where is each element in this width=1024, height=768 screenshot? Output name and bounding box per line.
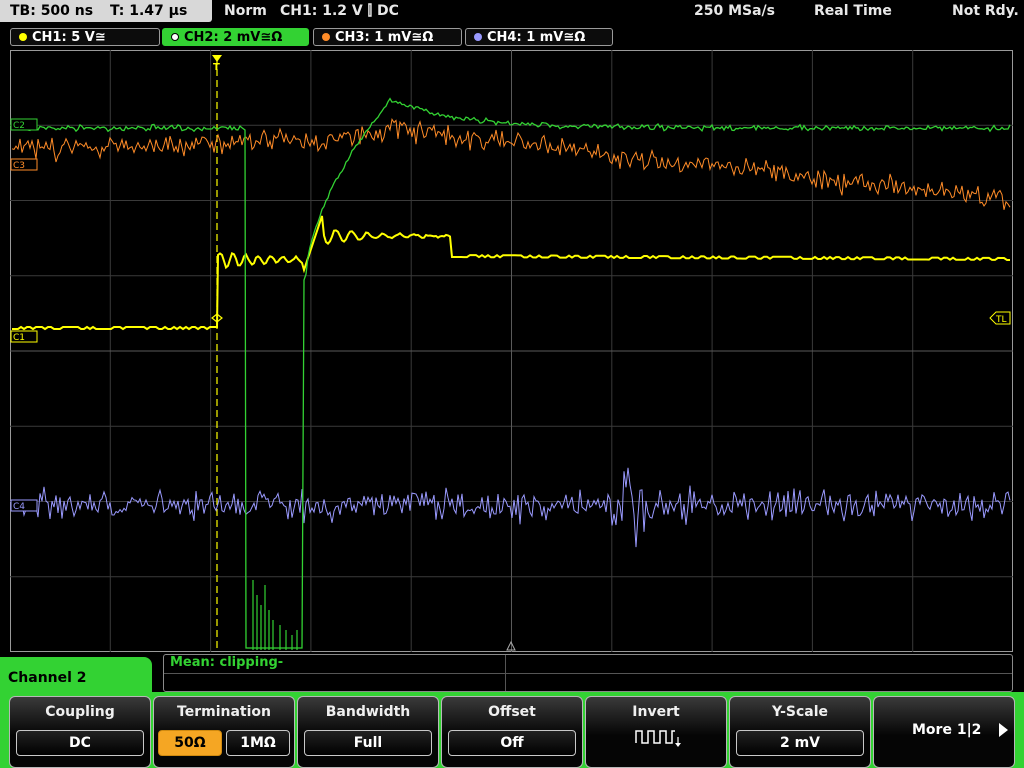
timebase-box[interactable]: TB: 500 ns T: 1.47 µs [0,0,212,22]
arrow-right-icon [999,723,1008,737]
yscale-value[interactable]: 2 mV [736,730,864,756]
sample-rate: 250 MSa/s [694,3,776,19]
tab-ch3[interactable]: CH3: 1 mV≅Ω [313,28,462,46]
status-bar: TB: 500 ns T: 1.47 µs Norm CH1: 1.2 V ⫿ … [0,0,1024,26]
coupling-button[interactable]: Coupling DC [9,696,151,768]
more-label: More 1|2 [912,722,982,738]
marker-ch1-label: C1 [13,333,25,343]
trigger-mode[interactable]: Norm [224,3,267,19]
bandwidth-value[interactable]: Full [304,730,432,756]
measurement-divider [164,673,1012,674]
bandwidth-label: Bandwidth [325,704,411,720]
offset-button[interactable]: Offset Off [441,696,583,768]
invert-label: Invert [632,704,680,720]
trigger-position-marker: T [213,62,220,73]
ch1-label: CH1: 5 V≅ [32,30,106,45]
waveform-display[interactable]: T C2 C3 C1 C4 TL [10,50,1013,652]
tab-ch1[interactable]: CH1: 5 V≅ [10,28,160,46]
ch4-label: CH4: 1 mV≅Ω [487,30,586,45]
measurement-panel[interactable]: Mean: clipping- [163,654,1013,692]
termination-50ohm[interactable]: 50Ω [158,730,222,756]
termination-label: Termination [177,704,271,720]
trigger-level-label: TL [995,315,1007,325]
marker-ch4[interactable]: C4 [10,499,38,512]
bandwidth-button[interactable]: Bandwidth Full [297,696,439,768]
ch3-label: CH3: 1 mV≅Ω [335,30,434,45]
marker-ch3-label: C3 [13,161,25,171]
measurement-mean: Mean: clipping- [170,655,284,670]
trigger-time-value: T: 1.47 µs [109,3,188,19]
marker-ch2[interactable]: C2 [10,118,38,131]
acquisition-mode[interactable]: Real Time [814,3,892,19]
termination-button[interactable]: Termination 50Ω 1MΩ [153,696,295,768]
acquisition-status: Not Rdy. [952,3,1019,19]
ch1-dot-icon [19,33,27,41]
trigger-setting[interactable]: CH1: 1.2 V ⫿ DC [280,3,399,19]
tab-ch4[interactable]: CH4: 1 mV≅Ω [465,28,613,46]
ch4-dot-icon [474,33,482,41]
ch2-label: CH2: 2 mV≅Ω [184,30,283,45]
marker-ch3[interactable]: C3 [10,158,38,171]
measurement-column-divider [505,655,506,691]
invert-button[interactable]: Invert [585,696,727,768]
timebase-value: TB: 500 ns [10,3,94,19]
coupling-value[interactable]: DC [16,730,144,756]
yscale-label: Y-Scale [771,704,828,720]
ch2-dot-icon [171,33,179,41]
tab-ch2[interactable]: CH2: 2 mV≅Ω [162,28,309,46]
menu-title: Channel 2 [0,657,152,699]
termination-1mohm[interactable]: 1MΩ [226,730,290,756]
marker-ch4-label: C4 [13,502,25,512]
yscale-button[interactable]: Y-Scale 2 mV [729,696,871,768]
offset-value[interactable]: Off [448,730,576,756]
marker-ch2-label: C2 [13,121,25,131]
offset-label: Offset [488,704,536,720]
coupling-label: Coupling [45,704,115,720]
marker-ch1[interactable]: C1 [10,330,38,343]
more-button[interactable]: More 1|2 [873,696,1015,768]
square-wave-icon [635,730,681,747]
ch3-dot-icon [322,33,330,41]
